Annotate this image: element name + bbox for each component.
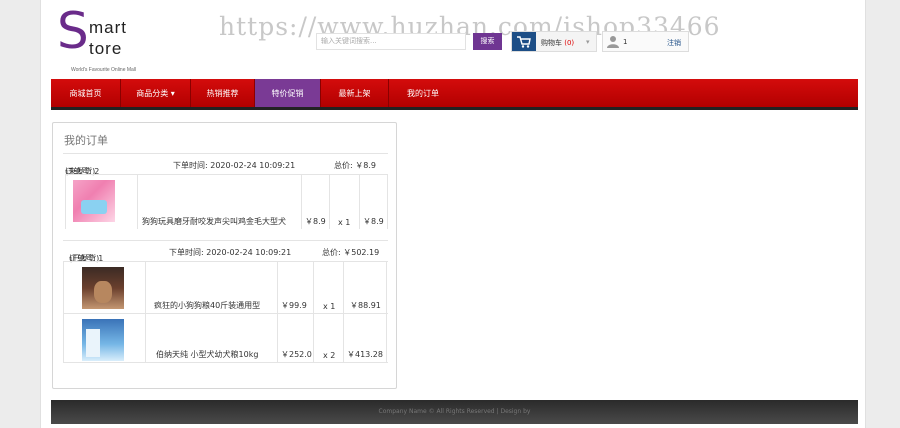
cart-label: 购物车 (0) [541, 38, 574, 48]
search-input[interactable]: 输入关键词搜索... [316, 33, 466, 50]
item-subtotal: ￥88.91 [350, 301, 381, 310]
item-name-cell: 疯狂的小狗狗粮40斤装通用型 [146, 262, 278, 313]
item-name-cell: 伯纳天纯 小型犬幼犬粮10kg [146, 314, 278, 362]
nav-item-new[interactable]: 最新上架 [321, 79, 389, 107]
logout-link[interactable]: 注销 [667, 38, 681, 48]
item-subtotal-cell: ￥413.28 [344, 314, 387, 362]
item-name[interactable]: 疯狂的小狗狗粮40斤装通用型 [154, 300, 260, 311]
product-image[interactable] [82, 319, 124, 361]
item-name[interactable]: 伯纳天纯 小型犬幼犬粮10kg [156, 349, 258, 360]
order-time: 下单时间: 2020-02-24 10:09:21 [169, 248, 292, 257]
item-name[interactable]: 狗狗玩具磨牙耐咬发声尖叫鸡金毛大型犬 [142, 216, 286, 227]
nav-item-my-orders[interactable]: 我的订单 [389, 79, 457, 107]
order-block: 订单号: 1 (已发货) 下单时间: 2020-02-24 10:09:21 总价… [63, 240, 388, 363]
orders-panel: 我的订单 订单号: 2 (未发货) 下单时间: 2020-02-24 10:09:… [52, 122, 397, 389]
order-time: 下单时间: 2020-02-24 10:09:21 [173, 161, 296, 170]
orders-title: 我的订单 [64, 134, 108, 147]
item-qty-cell: x 1 [314, 262, 344, 313]
order-item-row: 疯狂的小狗狗粮40斤装通用型 ￥99.9 x 1 ￥88.91 [63, 261, 388, 313]
item-image-cell [64, 262, 146, 313]
nav-item-promo[interactable]: 特价促销 [255, 79, 321, 107]
page-container: S mart tore World's Favourite Online Mal… [40, 0, 866, 428]
chevron-down-icon: ▾ [586, 38, 590, 46]
main-nav: 商城首页 商品分类 ▾ 热销推荐 特价促销 最新上架 我的订单 [51, 79, 858, 110]
item-price-cell: ￥252.0 [278, 314, 314, 362]
order-total: 总价: ￥502.19 [322, 248, 380, 257]
cart-count: (0) [564, 39, 575, 47]
item-image-cell [64, 314, 146, 362]
store-logo[interactable]: S mart tore World's Favourite Online Mal… [57, 6, 197, 73]
item-qty: x 1 [338, 218, 351, 227]
item-price-cell: ￥8.9 [302, 175, 330, 229]
user-icon [607, 36, 619, 48]
item-qty-cell: x 1 [330, 175, 360, 229]
cart-dropdown[interactable]: 购物车 (0) ▾ [511, 31, 597, 52]
page-footer: Company Name © All Rights Reserved | Des… [51, 400, 858, 424]
item-subtotal-cell: ￥88.91 [344, 262, 387, 313]
nav-item-categories[interactable]: 商品分类 ▾ [121, 79, 191, 107]
product-image[interactable] [82, 267, 124, 309]
logo-word-tore: tore [89, 39, 123, 58]
nav-item-hot[interactable]: 热销推荐 [191, 79, 255, 107]
user-name[interactable]: 1 [623, 38, 627, 46]
cart-icon [512, 32, 536, 51]
item-price: ￥8.9 [305, 217, 326, 226]
item-subtotal: ￥413.28 [347, 350, 383, 359]
search-button[interactable]: 搜索 [473, 33, 502, 50]
order-item-row: 伯纳天纯 小型犬幼犬粮10kg ￥252.0 x 2 ￥413.28 [63, 313, 388, 363]
user-box: 1 注销 [602, 31, 689, 52]
item-price-cell: ￥99.9 [278, 262, 314, 313]
item-price: ￥99.9 [281, 301, 307, 310]
logo-word-mart: mart [89, 18, 127, 37]
item-qty-cell: x 2 [314, 314, 344, 362]
item-qty: x 2 [323, 351, 336, 360]
logo-letter-s: S [57, 2, 89, 60]
item-name-cell: 狗狗玩具磨牙耐咬发声尖叫鸡金毛大型犬 [138, 175, 302, 229]
order-total: 总价: ￥8.9 [334, 161, 376, 170]
cart-label-text: 购物车 [541, 39, 562, 47]
item-qty: x 1 [323, 302, 336, 311]
order-header: 订单号: 2 (未发货) 下单时间: 2020-02-24 10:09:21 总价… [63, 154, 388, 176]
item-subtotal: ￥8.9 [363, 217, 384, 226]
item-price: ￥252.0 [281, 350, 312, 359]
nav-item-home[interactable]: 商城首页 [51, 79, 121, 107]
order-header: 订单号: 1 (已发货) 下单时间: 2020-02-24 10:09:21 总价… [63, 241, 388, 263]
order-block: 订单号: 2 (未发货) 下单时间: 2020-02-24 10:09:21 总价… [63, 153, 388, 229]
item-image-cell [66, 175, 138, 229]
logo-tagline: World's Favourite Online Mall [71, 67, 137, 73]
order-item-row: 狗狗玩具磨牙耐咬发声尖叫鸡金毛大型犬 ￥8.9 x 1 ￥8.9 [65, 174, 388, 229]
product-image[interactable] [73, 180, 115, 222]
item-subtotal-cell: ￥8.9 [360, 175, 388, 229]
